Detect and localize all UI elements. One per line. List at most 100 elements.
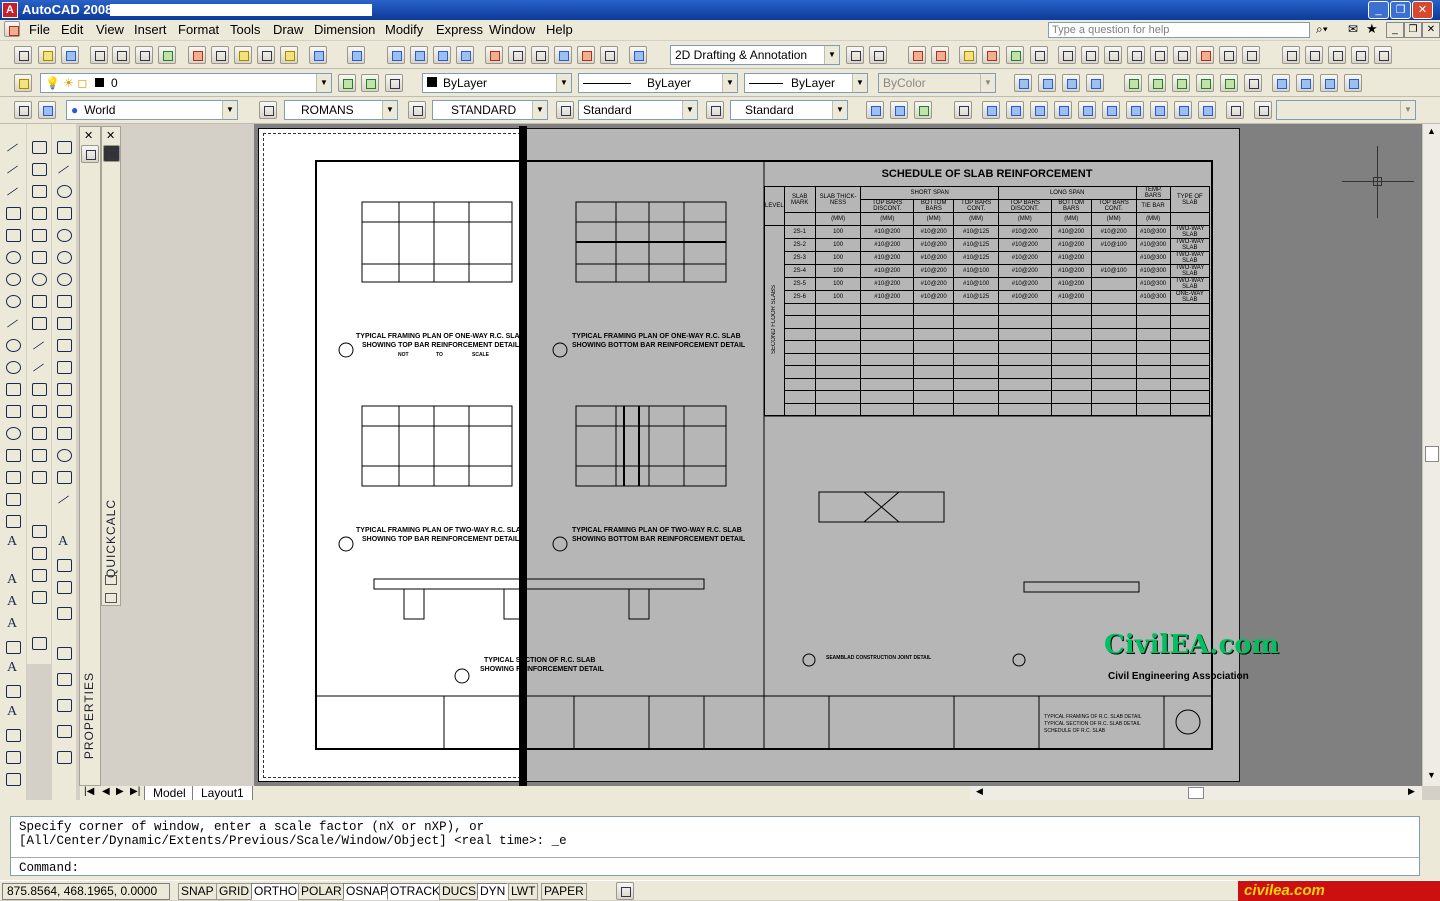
grid-toggle[interactable]: GRID — [216, 883, 252, 900]
dim-radius-icon[interactable] — [54, 226, 74, 244]
named-views-icon[interactable] — [954, 101, 972, 119]
text-fit-icon[interactable] — [1305, 46, 1323, 64]
group-icon[interactable] — [29, 634, 49, 652]
communication-center-icon[interactable]: ✉ — [1348, 22, 1358, 36]
leader-add-icon[interactable] — [54, 644, 74, 662]
help-icon[interactable] — [629, 46, 647, 64]
lineweight-select[interactable]: ByLayer ▼ — [744, 73, 868, 93]
leader-collect-icon[interactable] — [54, 722, 74, 740]
tab-nav-next-icon[interactable]: ▶ — [116, 786, 124, 797]
favorites-icon[interactable]: ★ — [1366, 21, 1378, 37]
layer-unisolate-icon[interactable] — [1320, 74, 1338, 92]
multileader-style-select[interactable]: Standard ▼ — [730, 100, 848, 120]
express-select-icon[interactable] — [1104, 46, 1122, 64]
layer-thaw-icon[interactable] — [1344, 74, 1362, 92]
layer-change-icon[interactable] — [1296, 74, 1314, 92]
otrack-toggle[interactable]: OTRACK — [387, 883, 444, 900]
move-icon[interactable] — [29, 248, 49, 266]
dim-aligned-v-icon[interactable] — [54, 160, 74, 178]
tab-layout1[interactable]: Layout1 — [192, 786, 253, 801]
command-window[interactable]: Specify corner of window, enter a scale … — [10, 816, 1420, 876]
cut-icon[interactable] — [188, 46, 206, 64]
vertical-scroll-thumb[interactable] — [1425, 446, 1439, 462]
layer-properties-icon[interactable] — [14, 74, 32, 92]
horizontal-scroll-thumb[interactable] — [1188, 787, 1204, 799]
right-view-icon[interactable] — [1054, 101, 1072, 119]
table-style-select[interactable]: Standard ▼ — [578, 100, 698, 120]
express-web-icon[interactable] — [1150, 46, 1168, 64]
scale-text-icon[interactable] — [3, 682, 23, 700]
rotate-icon[interactable] — [29, 270, 49, 288]
convert-text-icon[interactable] — [3, 726, 23, 744]
copy-icon[interactable] — [211, 46, 229, 64]
chamfer-icon[interactable] — [29, 424, 49, 442]
command-prompt[interactable]: Command: — [19, 861, 79, 875]
ortho-toggle[interactable]: ORTHO — [251, 883, 301, 900]
doc-restore-button[interactable]: ❐ — [1404, 22, 1422, 38]
plot-icon[interactable] — [90, 46, 108, 64]
search-icon[interactable]: ⌕▾ — [1316, 22, 1328, 37]
left-view-icon[interactable] — [1030, 101, 1048, 119]
pan-icon[interactable] — [387, 46, 405, 64]
express-copy-icon[interactable] — [1196, 46, 1214, 64]
line-icon[interactable] — [3, 138, 23, 156]
dim-linear-icon[interactable] — [1014, 74, 1032, 92]
single-text-icon[interactable] — [3, 572, 23, 590]
center-mark-icon[interactable] — [54, 446, 74, 464]
express-dim-icon[interactable] — [1081, 46, 1099, 64]
workspace-settings-icon[interactable] — [846, 46, 864, 64]
close-icon[interactable]: ✕ — [106, 129, 115, 142]
text-mask-icon[interactable] — [1374, 46, 1392, 64]
spell-check-icon[interactable] — [3, 638, 23, 656]
ucs-icon[interactable] — [14, 101, 32, 119]
table-icon[interactable] — [3, 512, 23, 530]
menu-file[interactable]: File — [29, 22, 50, 37]
text-abc-icon[interactable] — [1282, 46, 1300, 64]
break-icon[interactable] — [29, 380, 49, 398]
mtext-icon[interactable] — [931, 46, 949, 64]
text-icon[interactable] — [908, 46, 926, 64]
match-properties-icon[interactable] — [257, 46, 275, 64]
bottom-view-icon[interactable] — [1006, 101, 1024, 119]
workspace-select[interactable]: 2D Drafting & Annotation ▼ — [670, 45, 840, 65]
dim-baseline-icon[interactable] — [54, 336, 74, 354]
leader-align-icon[interactable] — [54, 696, 74, 714]
ellipse-icon[interactable] — [3, 336, 23, 354]
table-style-icon[interactable] — [556, 101, 574, 119]
maximize-viewport-icon[interactable] — [616, 882, 634, 900]
dim-angular-icon[interactable] — [54, 292, 74, 310]
dim-style-icon[interactable] — [408, 101, 426, 119]
point-icon[interactable] — [3, 424, 23, 442]
zoom-previous-icon[interactable] — [456, 46, 474, 64]
osnap-toggle[interactable]: OSNAP — [343, 883, 392, 900]
text-find-icon[interactable] — [3, 616, 23, 634]
menu-format[interactable]: Format — [178, 22, 219, 37]
arc-icon[interactable] — [3, 248, 23, 266]
palette-menu-icon[interactable] — [105, 593, 117, 603]
paste-icon[interactable] — [234, 46, 252, 64]
dim-style-select[interactable]: STANDARD ▼ — [432, 100, 548, 120]
polyline-icon[interactable] — [3, 182, 23, 200]
ucs-manager-icon[interactable] — [38, 101, 56, 119]
dim-arc-icon[interactable] — [1062, 74, 1080, 92]
ellipse-arc-icon[interactable] — [3, 358, 23, 376]
express-draw-icon[interactable] — [1058, 46, 1076, 64]
tab-nav-last-icon[interactable]: ▶| — [130, 786, 140, 797]
new-icon[interactable] — [14, 46, 32, 64]
express-modify-icon[interactable] — [1030, 46, 1048, 64]
ucs-select[interactable]: ● World ▼ — [66, 100, 238, 120]
region-icon[interactable] — [3, 490, 23, 508]
dim-aligned-icon[interactable] — [1038, 74, 1056, 92]
sheet-set-icon[interactable] — [554, 46, 572, 64]
sw-iso-icon[interactable] — [1126, 101, 1144, 119]
quickcalc-icon[interactable] — [600, 46, 618, 64]
palette-autohide-icon[interactable] — [105, 575, 117, 585]
express-extend-icon[interactable] — [1242, 46, 1260, 64]
scroll-up-icon[interactable]: ▲ — [1427, 126, 1436, 136]
autocad-app-icon[interactable]: A — [2, 2, 18, 18]
insert-block-icon[interactable] — [3, 380, 23, 398]
layer-states-icon[interactable] — [385, 74, 403, 92]
open-icon[interactable] — [38, 46, 56, 64]
menu-tools[interactable]: Tools — [230, 22, 260, 37]
dim-linear-v-icon[interactable] — [54, 138, 74, 156]
